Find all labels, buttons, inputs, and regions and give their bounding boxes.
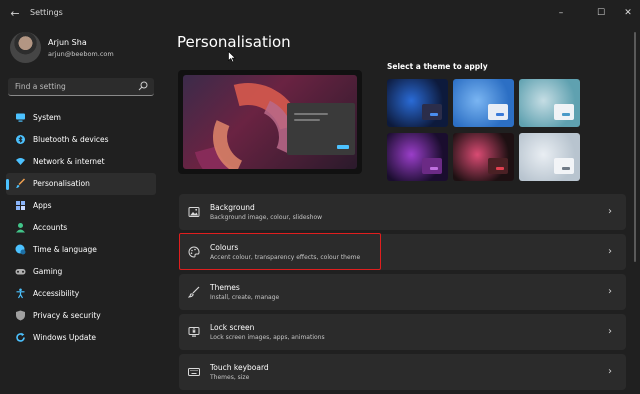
theme-window-preview [554, 158, 574, 174]
person-icon [16, 223, 25, 233]
update-icon [16, 332, 25, 342]
sidebar-item-system[interactable]: System [6, 107, 156, 129]
sidebar-item-label: Privacy & security [33, 311, 101, 320]
mouse-cursor-icon [228, 51, 236, 63]
colours-highlight-box [179, 233, 381, 270]
card-title: Touch keyboard [210, 363, 269, 372]
sidebar-item-privacy[interactable]: Privacy & security [6, 305, 156, 327]
card-subtitle: Themes, size [210, 374, 250, 381]
theme-accent-swatch [496, 113, 504, 116]
search-placeholder: Find a setting [15, 82, 66, 91]
theme-section-heading: Select a theme to apply [387, 62, 488, 71]
sidebar-item-windows-update[interactable]: Windows Update [6, 327, 156, 349]
close-icon[interactable]: ✕ [619, 5, 637, 21]
keyboard-icon [188, 368, 200, 376]
sidebar-nav: System Bluetooth & devices Network & int… [6, 107, 156, 349]
sidebar-item-network[interactable]: Network & internet [6, 151, 156, 173]
card-subtitle: Install, create, manage [210, 294, 280, 301]
scrollbar[interactable] [634, 32, 636, 262]
sidebar-item-label: Apps [33, 201, 52, 210]
wifi-icon [16, 158, 25, 165]
sidebar-item-apps[interactable]: Apps [6, 195, 156, 217]
title-bar: ← Settings – ☐ ✕ [0, 0, 640, 28]
maximize-icon[interactable]: ☐ [592, 5, 610, 21]
preview-window [287, 103, 355, 155]
shield-icon [16, 310, 25, 321]
theme-accent-swatch [430, 113, 438, 116]
sidebar-item-label: Time & language [33, 245, 97, 254]
globe-clock-icon [15, 244, 26, 255]
monitor-icon [16, 113, 25, 122]
card-title: Themes [210, 283, 240, 292]
theme-window-preview [554, 104, 574, 120]
sidebar-item-personalisation[interactable]: Personalisation [6, 173, 156, 195]
sidebar-item-label: Personalisation [33, 179, 90, 188]
preview-line [294, 119, 320, 121]
preview-accent [337, 145, 349, 149]
back-arrow-icon[interactable]: ← [8, 7, 22, 21]
sidebar-item-accessibility[interactable]: Accessibility [6, 283, 156, 305]
touch-keyboard-card[interactable]: Touch keyboard Themes, size › [179, 354, 626, 390]
sidebar-item-accounts[interactable]: Accounts [6, 217, 156, 239]
card-title: Background [210, 203, 255, 212]
chevron-right-icon: › [608, 286, 612, 297]
background-card[interactable]: Background Background image, colour, sli… [179, 194, 626, 230]
theme-window-preview [422, 158, 442, 174]
minimize-icon[interactable]: – [552, 5, 570, 21]
chevron-right-icon: › [608, 246, 612, 257]
sidebar-item-label: Accessibility [33, 289, 80, 298]
gamepad-icon [15, 269, 26, 275]
accessibility-icon [16, 288, 25, 299]
sidebar-item-label: Accounts [33, 223, 68, 232]
theme-window-preview [488, 104, 508, 120]
theme-window-preview [422, 104, 442, 120]
brush-icon [188, 286, 200, 298]
sidebar-item-bluetooth[interactable]: Bluetooth & devices [6, 129, 156, 151]
page-title: Personalisation [177, 33, 291, 51]
theme-windows-dark[interactable] [387, 79, 448, 127]
chevron-right-icon: › [608, 206, 612, 217]
bluetooth-icon [16, 135, 25, 144]
theme-accent-swatch [496, 167, 504, 170]
user-email: arjun@beebom.com [48, 50, 114, 58]
sidebar-item-label: System [33, 113, 61, 122]
card-subtitle: Lock screen images, apps, animations [210, 334, 325, 341]
sidebar-item-label: Windows Update [33, 333, 97, 342]
theme-accent-swatch [430, 167, 438, 170]
sidebar-item-gaming[interactable]: Gaming [6, 261, 156, 283]
theme-glow-lake[interactable] [519, 79, 580, 127]
card-subtitle: Background image, colour, slideshow [210, 214, 323, 221]
avatar[interactable] [10, 32, 41, 63]
chevron-right-icon: › [608, 366, 612, 377]
search-input[interactable]: Find a setting [8, 78, 154, 96]
theme-window-preview [488, 158, 508, 174]
sidebar-item-label: Network & internet [33, 157, 105, 166]
preview-line [294, 113, 328, 115]
app-title: Settings [30, 8, 63, 17]
user-name: Arjun Sha [48, 38, 87, 47]
themes-card[interactable]: Themes Install, create, manage › [179, 274, 626, 310]
theme-flow[interactable] [453, 133, 514, 181]
sidebar-item-label: Bluetooth & devices [33, 135, 109, 144]
sidebar-item-time-language[interactable]: Time & language [6, 239, 156, 261]
lock-screen-card[interactable]: Lock screen Lock screen images, apps, an… [179, 314, 626, 350]
brush-icon [16, 178, 26, 188]
theme-preview [178, 70, 362, 174]
apps-icon [16, 201, 25, 210]
theme-accent-swatch [562, 167, 570, 170]
preview-wallpaper [183, 75, 357, 169]
chevron-right-icon: › [608, 326, 612, 337]
theme-captured-motion[interactable] [387, 133, 448, 181]
theme-sunrise[interactable] [519, 133, 580, 181]
card-title: Lock screen [210, 323, 255, 332]
theme-accent-swatch [562, 113, 570, 116]
image-icon [188, 207, 200, 217]
theme-windows-light[interactable] [453, 79, 514, 127]
lock-screen-icon [188, 327, 200, 337]
search-icon[interactable] [138, 81, 148, 91]
sidebar-item-label: Gaming [33, 267, 63, 276]
